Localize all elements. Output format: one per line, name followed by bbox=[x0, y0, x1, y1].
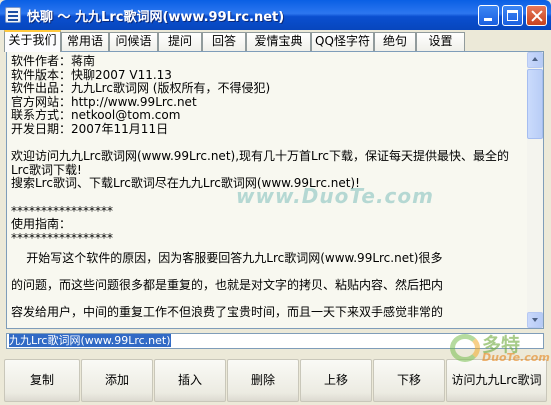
insert-button[interactable]: 插入 bbox=[154, 359, 226, 402]
text-line: 使用指南： bbox=[11, 217, 72, 232]
close-button[interactable] bbox=[526, 5, 547, 26]
tab-about-us[interactable]: 关于我们 bbox=[4, 30, 61, 52]
app-window: 快聊 ～ 九九Lrc歌词网(www.99Lrc.net) 关于我们 常用语 问候… bbox=[0, 0, 551, 405]
tab-poems[interactable]: 绝句 bbox=[374, 32, 416, 51]
watermark-text: www.DuoTe.com bbox=[236, 184, 434, 208]
text-line: 容发给用户，中间的重复工作不但浪费了宝贵时间，而且一天下来双手感觉非常的 bbox=[11, 305, 444, 320]
text-line: 联系方式：netkool@tom.com bbox=[11, 108, 181, 123]
text-line: 开发日期：2007年11月11日 bbox=[11, 121, 169, 136]
text-line: 软件出品：九九Lrc歌词网 (版权所有，不得侵犯) bbox=[11, 81, 271, 96]
text-line: 的问题，而这些问题很多都是重复的，也就是对文字的拷贝、粘贴内容、然后把内 bbox=[11, 278, 444, 293]
tab-settings[interactable]: 设置 bbox=[416, 32, 465, 51]
minimize-button[interactable] bbox=[478, 5, 499, 26]
scrollbar-thumb[interactable] bbox=[527, 69, 543, 139]
tab-answers[interactable]: 回答 bbox=[202, 32, 246, 51]
text-line: 欢迎访问九九Lrc歌词网(www.99Lrc.net),现有几十万首Lrc下载，… bbox=[11, 149, 509, 177]
tab-questions[interactable]: 提问 bbox=[158, 32, 202, 51]
visit-website-button[interactable]: 访问九九Lrc歌词 bbox=[446, 359, 547, 402]
vertical-scrollbar[interactable] bbox=[527, 52, 543, 328]
move-down-button[interactable]: 下移 bbox=[373, 359, 445, 402]
add-button[interactable]: 添加 bbox=[81, 359, 153, 402]
move-up-button[interactable]: 上移 bbox=[300, 359, 372, 402]
scroll-down-arrow-icon[interactable] bbox=[527, 312, 543, 328]
maximize-button[interactable] bbox=[502, 5, 523, 26]
title-bar[interactable]: 快聊 ～ 九九Lrc歌词网(www.99Lrc.net) bbox=[0, 0, 551, 30]
scroll-up-arrow-icon[interactable] bbox=[527, 52, 543, 68]
phrase-input[interactable]: 九九Lrc歌词网(www.99Lrc.net) bbox=[6, 333, 544, 349]
copy-button[interactable]: 复制 bbox=[4, 359, 80, 402]
tab-greetings[interactable]: 问候语 bbox=[109, 32, 158, 51]
text-line: ***************** bbox=[11, 230, 113, 245]
selected-input-text: 九九Lrc歌词网(www.99Lrc.net) bbox=[9, 334, 171, 347]
tab-love-guide[interactable]: 爱情宝典 bbox=[246, 32, 311, 51]
button-bar: 复制 添加 插入 删除 上移 下移 访问九九Lrc歌词 bbox=[2, 359, 549, 403]
window-title: 快聊 ～ 九九Lrc歌词网(www.99Lrc.net) bbox=[27, 10, 285, 25]
text-line: 软件作者：蒋南 bbox=[11, 54, 96, 68]
text-line: 开始写这个软件的原因，因为客服要回答九九Lrc歌词网(www.99Lrc.net… bbox=[11, 251, 443, 266]
tab-bar: 关于我们 常用语 问候语 提问 回答 爱情宝典 QQ怪字符 绝句 设置 bbox=[2, 30, 549, 52]
delete-button[interactable]: 删除 bbox=[227, 359, 299, 402]
tab-common-phrases[interactable]: 常用语 bbox=[61, 32, 109, 51]
tab-qq-symbols[interactable]: QQ怪字符 bbox=[311, 32, 374, 51]
app-icon bbox=[5, 7, 21, 23]
